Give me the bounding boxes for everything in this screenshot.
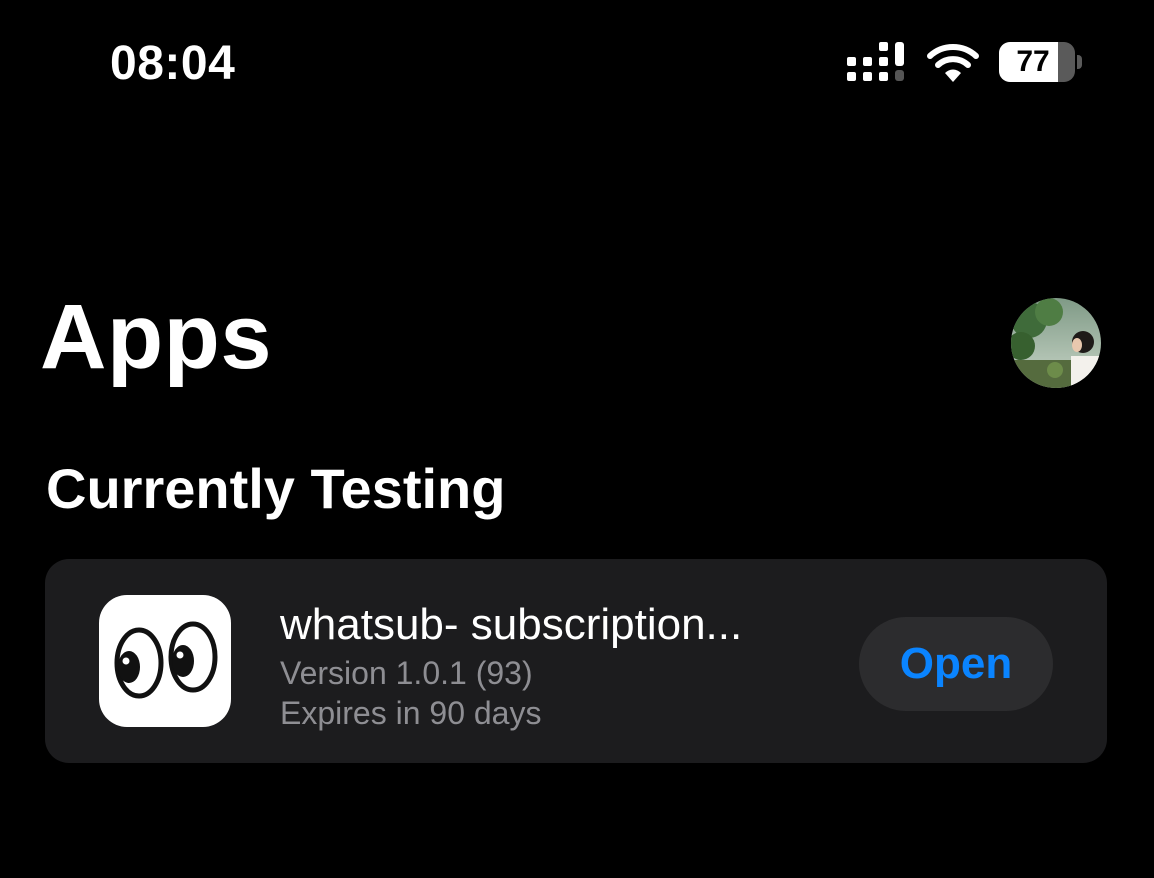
eyes-icon bbox=[114, 621, 218, 699]
section-title: Currently Testing bbox=[46, 457, 506, 520]
profile-photo-icon bbox=[1011, 298, 1101, 388]
signal-icon bbox=[847, 42, 904, 81]
app-name: whatsub- subscription... bbox=[280, 600, 743, 649]
battery-icon: 77 bbox=[999, 42, 1075, 82]
profile-avatar[interactable] bbox=[1011, 298, 1101, 388]
app-version: Version 1.0.1 (93) bbox=[280, 655, 533, 691]
status-time: 08:04 bbox=[110, 37, 236, 90]
app-card[interactable]: whatsub- subscription... Version 1.0.1 (… bbox=[45, 559, 1107, 763]
open-button[interactable]: Open bbox=[859, 617, 1053, 711]
page-title: Apps bbox=[40, 286, 272, 388]
wifi-icon bbox=[927, 44, 979, 82]
app-icon[interactable] bbox=[99, 595, 231, 727]
app-expiry: Expires in 90 days bbox=[280, 695, 542, 731]
battery-terminal bbox=[1077, 55, 1082, 69]
battery-percentage: 77 bbox=[1016, 45, 1050, 78]
